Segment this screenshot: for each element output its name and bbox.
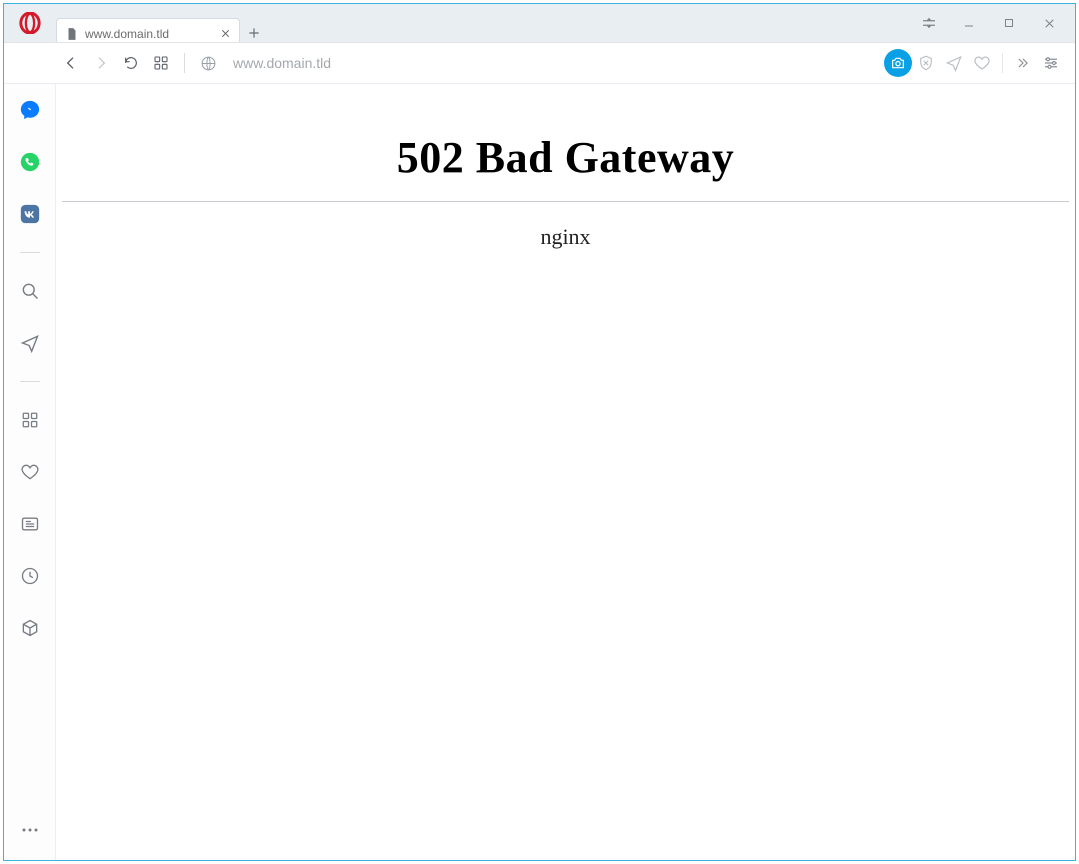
page-icon [65,27,79,41]
tab-title: www.domain.tld [85,27,214,41]
search-icon [20,281,40,301]
back-button[interactable] [56,43,86,83]
titlebar: www.domain.tld [4,4,1075,42]
sidebar-search[interactable] [16,277,44,305]
adblock-button[interactable] [912,49,940,77]
browser-window: www.domain.tld [3,3,1076,861]
sidebar-separator [20,252,40,253]
sidebar-history[interactable] [16,562,44,590]
server-name: nginx [62,224,1069,250]
send-to-flow-button[interactable] [940,49,968,77]
page-viewport: 502 Bad Gateway nginx [56,84,1075,860]
address-input[interactable] [231,54,884,72]
sidebar-whatsapp[interactable] [16,148,44,176]
close-icon [220,28,231,39]
address-bar[interactable] [223,54,884,72]
send-icon [945,54,963,72]
news-icon [20,514,40,534]
extensions-overflow-button[interactable] [1009,49,1037,77]
messenger-icon [19,99,41,121]
bookmark-button[interactable] [968,49,996,77]
minimize-icon [963,17,975,29]
speed-dial-button[interactable] [146,43,176,83]
heart-icon [973,54,991,72]
sidebar-bookmarks[interactable] [16,458,44,486]
error-heading: 502 Bad Gateway [62,132,1069,183]
reload-icon [123,55,139,71]
camera-icon [890,55,906,71]
vk-icon [19,203,41,225]
forward-button[interactable] [86,43,116,83]
minimize-button[interactable] [949,4,989,42]
sidebar-separator [20,381,40,382]
sidebar-messenger[interactable] [16,96,44,124]
navigation-bar [4,42,1075,84]
globe-icon [200,55,217,72]
chevron-right-icon [93,55,109,71]
plus-icon [247,26,261,40]
sliders-icon [1042,54,1060,72]
chevron-left-icon [63,55,79,71]
maximize-icon [1003,17,1015,29]
clock-icon [20,566,40,586]
close-icon [1043,17,1056,30]
sidebar-vk[interactable] [16,200,44,228]
grid-icon [21,411,39,429]
sidebar-speed-dial[interactable] [16,406,44,434]
send-icon [20,333,40,353]
site-info-button[interactable] [193,43,223,83]
shield-icon [917,54,935,72]
sidebar [4,84,56,860]
sidebar-more-button[interactable] [16,816,44,844]
sidebar-news[interactable] [16,510,44,538]
window-controls [949,4,1075,42]
easy-setup-button[interactable] [909,4,949,42]
tab-close-button[interactable] [220,28,231,39]
page-divider [62,201,1069,202]
settings-sliders-button[interactable] [1037,49,1065,77]
sidebar-flow[interactable] [16,329,44,357]
nav-separator [184,53,185,73]
reload-button[interactable] [116,43,146,83]
sidebar-extensions[interactable] [16,614,44,642]
cube-icon [20,618,40,638]
maximize-button[interactable] [989,4,1029,42]
easy-setup-icon [920,14,938,32]
whatsapp-icon [19,151,41,173]
snapshot-button[interactable] [884,49,912,77]
grid-icon [153,55,169,71]
chevron-double-right-icon [1016,56,1030,70]
dots-icon [21,827,39,833]
nav-separator [1002,53,1003,73]
opera-menu-button[interactable] [4,4,56,42]
window-close-button[interactable] [1029,4,1069,42]
opera-logo-icon [19,12,41,34]
heart-icon [20,462,40,482]
